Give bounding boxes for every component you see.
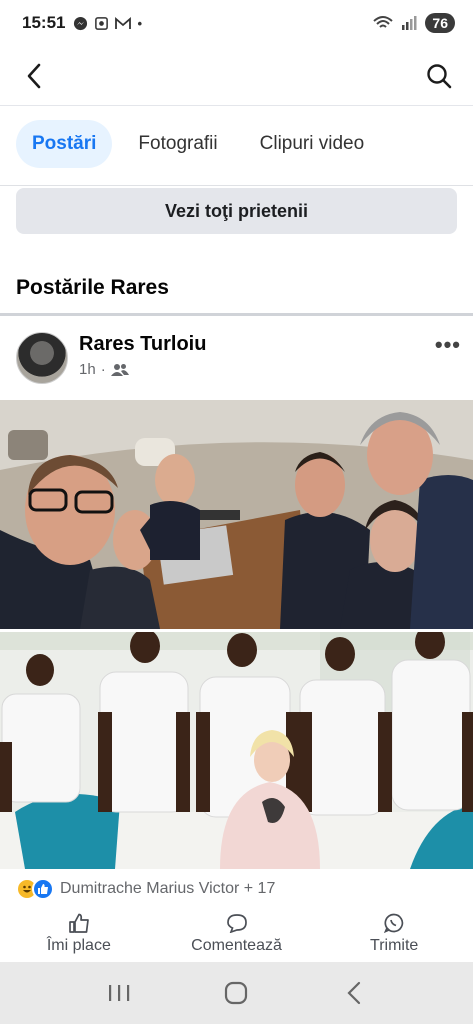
search-button[interactable] bbox=[423, 60, 455, 92]
status-time: 15:51 bbox=[22, 13, 66, 32]
tab-fotografii[interactable]: Fotografii bbox=[122, 120, 233, 168]
messenger-icon bbox=[74, 16, 88, 30]
post-author[interactable]: Rares Turloiu bbox=[79, 333, 206, 356]
meta-separator: · bbox=[100, 361, 106, 378]
like-label: Îmi place bbox=[46, 937, 111, 954]
back-button[interactable] bbox=[18, 60, 50, 92]
home-button[interactable] bbox=[216, 973, 256, 1013]
back-arrow-icon bbox=[27, 63, 41, 88]
wifi-icon bbox=[373, 16, 394, 28]
status-bar: 15:51 • 76 bbox=[0, 0, 473, 46]
avatar[interactable] bbox=[16, 332, 68, 384]
reactions-summary[interactable]: Dumitrache Marius Victor + 17 bbox=[16, 878, 275, 900]
battery-indicator: 76 bbox=[425, 13, 455, 33]
gmail-icon bbox=[115, 16, 132, 29]
section-title: Postările Rares bbox=[16, 276, 169, 299]
post-meta: 1h · bbox=[79, 361, 129, 378]
search-icon bbox=[427, 63, 452, 88]
more-options-button[interactable]: ••• bbox=[435, 332, 461, 358]
system-navigation-bar bbox=[0, 962, 473, 1024]
dot-icon: • bbox=[137, 15, 143, 31]
top-navigation bbox=[0, 46, 473, 106]
send-label: Trimite bbox=[370, 937, 419, 954]
whatsapp-icon bbox=[384, 913, 404, 933]
home-icon bbox=[225, 981, 248, 1005]
see-all-friends-button[interactable]: Vezi toţi prietenii bbox=[16, 188, 457, 234]
screenshot-icon bbox=[95, 16, 109, 30]
post-time[interactable]: 1h bbox=[79, 361, 96, 378]
recent-apps-icon bbox=[108, 985, 130, 1001]
tab-clipuri-video[interactable]: Clipuri video bbox=[244, 120, 381, 168]
comment-icon bbox=[226, 914, 247, 933]
section-divider bbox=[0, 313, 473, 316]
comment-button[interactable]: Comentează bbox=[158, 908, 316, 960]
post-actions: Îmi place Comentează Trimite bbox=[0, 908, 473, 960]
reactions-text: Dumitrache Marius Victor + 17 bbox=[60, 880, 276, 897]
friends-icon bbox=[110, 363, 129, 376]
comment-label: Comentează bbox=[191, 937, 282, 954]
profile-tabs: Postări Fotografii Clipuri video bbox=[16, 120, 380, 168]
photo-room-group bbox=[0, 632, 473, 869]
system-back-button[interactable] bbox=[334, 973, 374, 1013]
divider bbox=[0, 185, 473, 186]
send-button[interactable]: Trimite bbox=[315, 908, 473, 960]
tab-postari[interactable]: Postări bbox=[16, 120, 113, 168]
post-photo-2[interactable] bbox=[0, 632, 473, 869]
photo-airplane-group bbox=[0, 400, 473, 629]
like-icon bbox=[32, 878, 54, 900]
recent-apps-button[interactable] bbox=[99, 973, 139, 1013]
system-back-icon bbox=[347, 981, 361, 1005]
post-header: Rares Turloiu 1h · ••• bbox=[16, 330, 461, 386]
like-button[interactable]: Îmi place bbox=[0, 908, 158, 960]
signal-icon bbox=[402, 16, 417, 30]
post-photo-1[interactable] bbox=[0, 400, 473, 629]
thumbs-up-icon bbox=[68, 913, 89, 933]
